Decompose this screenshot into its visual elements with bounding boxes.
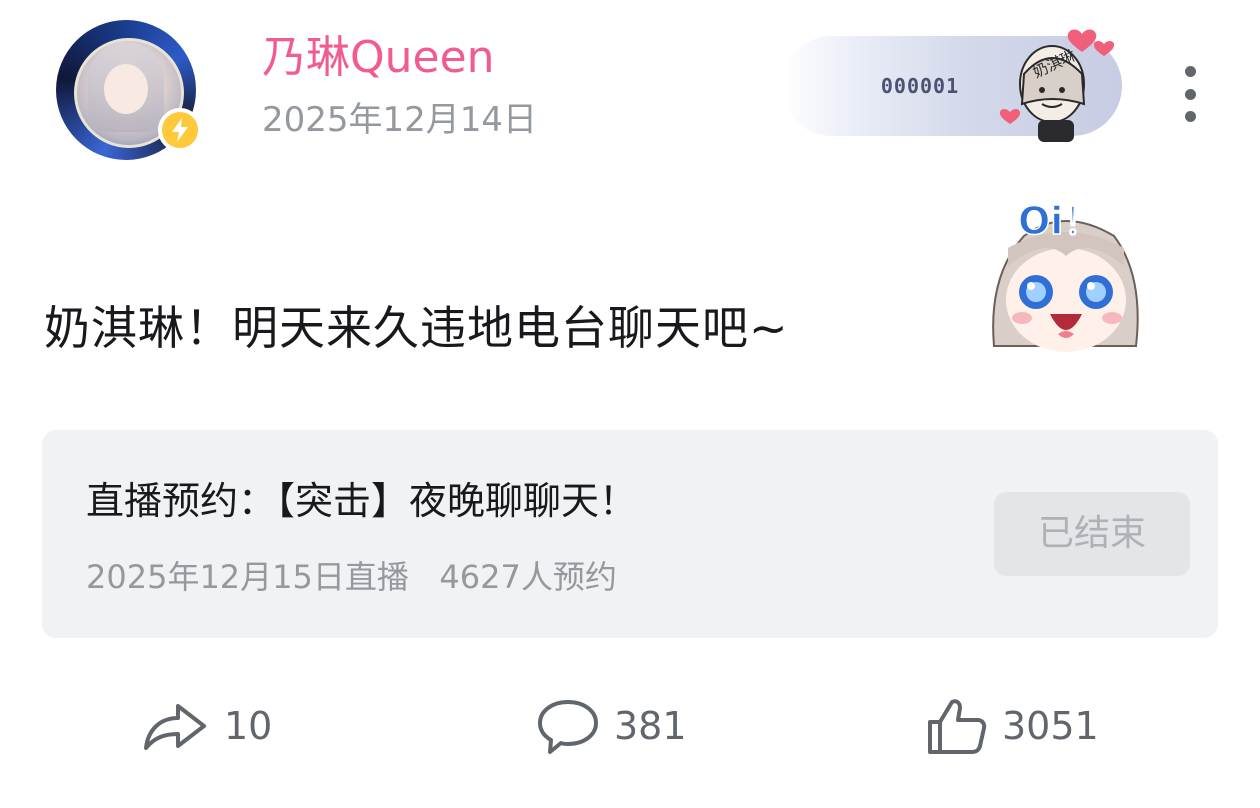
post-date: 2025年12月14日: [262, 100, 538, 140]
author-name[interactable]: 乃琳Queen: [262, 30, 495, 86]
reservation-ended-button[interactable]: 已结束: [994, 492, 1190, 576]
oi-sticker: Oi！: [992, 198, 1139, 352]
reservation-meta: 2025年12月15日直播 4627人预约: [86, 558, 617, 596]
reservation-title: 直播预约：【突击】夜晚聊聊天！: [86, 479, 638, 523]
more-icon[interactable]: [1172, 66, 1208, 122]
post-text: 奶淇琳！明天来久违地电台聊天吧~: [44, 301, 789, 355]
live-reservation-card[interactable]: 直播预约：【突击】夜晚聊聊天！ 2025年12月15日直播 4627人预约 已结…: [42, 430, 1218, 638]
forward-button[interactable]: 10: [140, 690, 272, 762]
heart-icon: [1093, 41, 1115, 56]
comment-count: 381: [614, 704, 687, 748]
forward-icon: [144, 704, 206, 750]
fan-badge[interactable]: 000001 奶淇琳: [722, 24, 1122, 144]
fan-badge-number: 000001: [880, 74, 960, 98]
lightning-icon: [158, 108, 202, 152]
more-dot: [1184, 66, 1196, 77]
more-dot: [1184, 88, 1196, 100]
heart-icon: [999, 109, 1021, 124]
comment-button[interactable]: 381: [536, 690, 687, 762]
heart-icon: [1067, 29, 1097, 52]
avatar-face: [104, 64, 148, 114]
like-button[interactable]: 3051: [924, 690, 1099, 762]
like-count: 3051: [1002, 704, 1099, 748]
comment-icon: [538, 700, 598, 754]
author-avatar[interactable]: [48, 12, 220, 162]
svg-text:Oi！: Oi！: [1018, 199, 1101, 243]
like-icon: [928, 699, 987, 754]
fan-badge-sticker: 奶淇琳: [999, 29, 1115, 142]
forward-count: 10: [224, 704, 273, 748]
more-dot: [1184, 111, 1196, 122]
